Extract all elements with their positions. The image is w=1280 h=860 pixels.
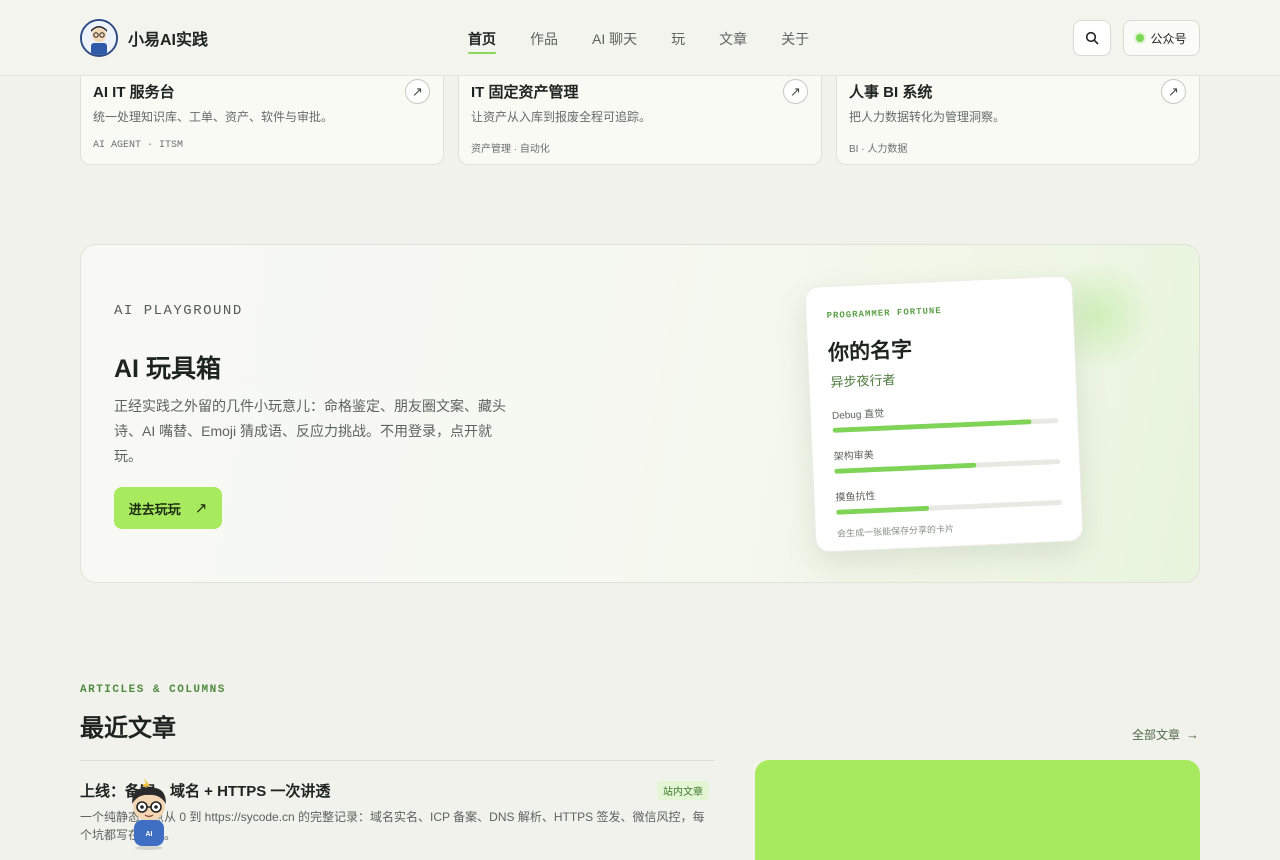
fortune-card[interactable]: PROGRAMMER FORTUNE 你的名字 异步夜行者 Debug 直觉 架…	[804, 275, 1084, 553]
project-title: AI IT 服务台	[93, 84, 175, 101]
all-articles-label: 全部文章	[1132, 728, 1181, 742]
articles-eyebrow: ARTICLES & COLUMNS	[80, 684, 226, 696]
project-tags: AI AGENT · ITSM	[93, 140, 184, 151]
search-button[interactable]	[1073, 20, 1111, 56]
fortune-stat: 架构审美	[833, 438, 1061, 474]
arrow-up-right-icon[interactable]: ↗	[405, 79, 430, 104]
nav-about[interactable]: 关于	[781, 29, 809, 49]
nav-play[interactable]: 玩	[671, 29, 685, 49]
mascot-icon[interactable]: AI	[120, 776, 178, 850]
wechat-label: 公众号	[1150, 31, 1187, 46]
project-desc: 让资产从入库到报废全程可追踪。	[471, 110, 652, 124]
search-icon	[1085, 31, 1099, 45]
brand-name: 小易AI实践	[128, 32, 209, 49]
playground-eyebrow: AI PLAYGROUND	[114, 303, 243, 319]
brand[interactable]: 小易AI实践	[80, 19, 208, 57]
project-desc: 把人力数据转化为管理洞察。	[849, 110, 1006, 124]
stat-bar	[836, 505, 929, 515]
stat-label: 架构审美	[833, 450, 874, 463]
fortune-stat: 摸鱼抗性	[835, 479, 1063, 515]
svg-text:AI: AI	[146, 831, 153, 838]
fortune-stat: Debug 直觉	[832, 397, 1059, 433]
all-articles-link[interactable]: 全部文章 →	[1132, 726, 1199, 743]
nav-ai-chat[interactable]: AI 聊天	[592, 29, 637, 49]
playground-title: AI 玩具箱	[114, 355, 221, 383]
fortune-eyebrow: PROGRAMMER FORTUNE	[826, 306, 942, 322]
stat-label: Debug 直觉	[831, 408, 885, 422]
arrow-up-right-icon[interactable]: ↗	[783, 79, 808, 104]
enter-playground-button[interactable]: 进去玩玩 ↗	[114, 487, 222, 529]
logo-avatar	[80, 19, 118, 57]
project-title: 人事 BI 系统	[849, 84, 933, 101]
nav-home[interactable]: 首页	[468, 29, 496, 54]
status-dot-icon	[1136, 34, 1145, 42]
arrow-right-icon: →	[1186, 727, 1200, 742]
playground-desc: 正经实践之外留的几件小玩意儿：命格鉴定、朋友圈文案、藏头诗、AI 嘴替、Emoj…	[114, 398, 506, 464]
playground-section: AI PLAYGROUND AI 玩具箱 正经实践之外留的几件小玩意儿：命格鉴定…	[80, 244, 1200, 583]
post-title[interactable]: 上线：备案、域名 + HTTPS 一次讲透	[80, 780, 330, 801]
featured-panel[interactable]	[755, 760, 1200, 860]
main-nav: 首页 作品 AI 聊天 玩 文章 关于	[468, 29, 843, 54]
stat-bar	[834, 462, 977, 474]
nav-articles[interactable]: 文章	[719, 29, 747, 49]
arrow-up-right-icon: ↗	[194, 500, 208, 517]
nav-works[interactable]: 作品	[530, 29, 558, 49]
site-header: 小易AI实践 首页 作品 AI 聊天 玩 文章 关于 公众号	[0, 0, 1280, 76]
project-tags: BI · 人力数据	[849, 144, 908, 155]
wechat-button[interactable]: 公众号	[1123, 20, 1200, 56]
project-title: IT 固定资产管理	[471, 84, 579, 101]
project-tags: 资产管理 · 自动化	[471, 144, 550, 155]
fortune-name: 你的名字	[827, 338, 913, 365]
fortune-note: 会生成一张能保存分享的卡片	[836, 523, 955, 539]
divider	[80, 760, 714, 761]
enter-playground-label: 进去玩玩	[128, 501, 181, 517]
stat-bar	[832, 419, 1032, 433]
articles-title: 最近文章	[80, 715, 176, 742]
project-desc: 统一处理知识库、工单、资产、软件与审批。	[93, 110, 334, 124]
arrow-up-right-icon[interactable]: ↗	[1161, 79, 1186, 104]
stat-label: 摸鱼抗性	[835, 491, 876, 504]
fortune-subtitle: 异步夜行者	[830, 372, 896, 390]
post-badge: 站内文章	[657, 781, 709, 800]
